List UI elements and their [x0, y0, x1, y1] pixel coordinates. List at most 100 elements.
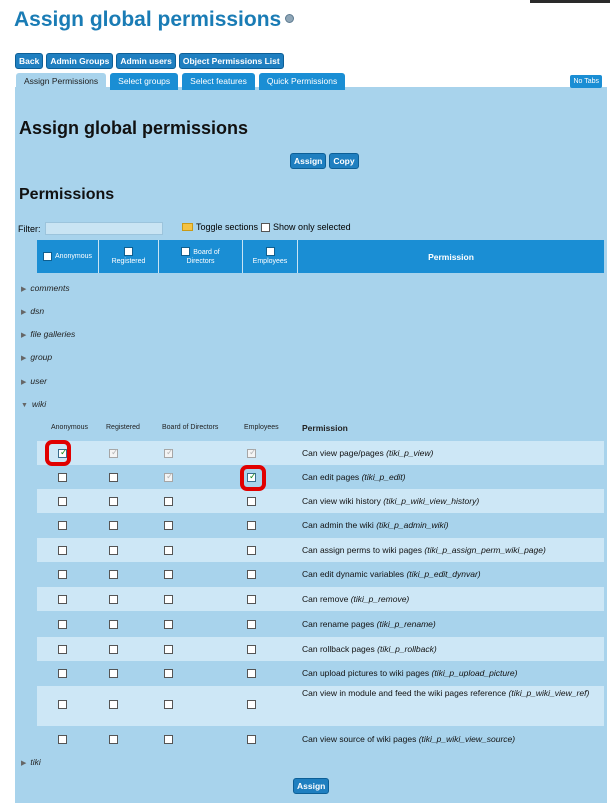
toggle-sections-link[interactable]: Toggle sections — [196, 222, 258, 232]
bottom-assign-button[interactable]: Assign — [293, 778, 330, 794]
header-employees-checkbox[interactable] — [265, 247, 275, 256]
section-heading: Assign global permissions — [19, 118, 249, 138]
tab-assign-permissions[interactable]: Assign Permissions — [16, 73, 107, 90]
permission-checkbox[interactable] — [58, 521, 67, 530]
permission-checkbox[interactable] — [164, 471, 174, 482]
header-employees-label: Employees — [252, 258, 288, 265]
permission-checkbox[interactable] — [247, 546, 256, 555]
admin-users-button[interactable]: Admin users — [116, 53, 176, 69]
permission-label-text: Can view page/pages — [302, 448, 384, 458]
section-tiki[interactable]: ▶ tiki — [21, 757, 41, 767]
permission-checkbox[interactable] — [164, 735, 173, 744]
header-registered-checkbox[interactable] — [124, 247, 133, 256]
permission-checkbox[interactable] — [164, 447, 174, 458]
permission-code: (tiki_p_wiki_view_history) — [383, 496, 480, 506]
permission-checkbox[interactable] — [58, 735, 67, 744]
permission-checkbox[interactable] — [109, 700, 118, 709]
no-tabs-button[interactable]: No Tabs — [570, 75, 602, 88]
section-group[interactable]: ▶ group — [21, 352, 52, 362]
object-permissions-button[interactable]: Object Permissions List — [178, 53, 284, 69]
permission-checkbox[interactable] — [109, 595, 118, 604]
permission-label: Can admin the wiki (tiki_p_admin_wiki) — [302, 520, 448, 531]
header-employees: Employees — [243, 240, 298, 273]
permission-checkbox[interactable] — [247, 700, 256, 709]
permissions-table-header: Anonymous Registered Board of Directors … — [37, 240, 604, 273]
permission-checkbox[interactable] — [109, 735, 118, 744]
permission-code: (tiki_p_wiki_view_source) — [418, 734, 516, 744]
permission-checkbox[interactable] — [247, 497, 256, 506]
section-wiki[interactable]: ▼ wiki — [21, 399, 46, 409]
permission-checkbox[interactable] — [109, 620, 118, 629]
permission-checkbox[interactable] — [109, 447, 119, 458]
permission-checkbox[interactable] — [58, 700, 67, 709]
permission-checkbox[interactable] — [58, 497, 67, 506]
permission-checkbox[interactable] — [247, 595, 256, 604]
permission-checkbox[interactable] — [109, 521, 118, 530]
header-board-checkbox[interactable] — [181, 247, 191, 256]
header-board: Board of Directors — [159, 240, 243, 273]
section-user[interactable]: ▶ user — [21, 376, 47, 386]
header-anonymous-checkbox[interactable] — [43, 251, 53, 261]
section-file-galleries[interactable]: ▶ file galleries — [21, 329, 75, 339]
permission-checkbox[interactable] — [58, 669, 67, 678]
permission-label-text: Can view wiki history — [302, 496, 381, 506]
permission-checkbox[interactable] — [109, 570, 118, 579]
permission-checkbox[interactable] — [164, 645, 173, 654]
tab-quick-permissions[interactable]: Quick Permissions — [258, 73, 346, 90]
permission-checkbox[interactable] — [109, 473, 118, 482]
permission-checkbox[interactable] — [109, 669, 118, 678]
permission-checkbox[interactable] — [247, 447, 257, 458]
permission-code: (tiki_p_edit_dynvar) — [406, 569, 481, 579]
tab-select-features[interactable]: Select features — [182, 73, 255, 90]
permission-checkbox[interactable] — [247, 570, 256, 579]
permission-checkbox[interactable] — [109, 546, 118, 555]
permission-checkbox[interactable] — [164, 620, 173, 629]
highlight-anonymous-view — [45, 440, 71, 466]
section-dsn[interactable]: ▶ dsn — [21, 306, 44, 316]
permission-checkbox[interactable] — [247, 645, 256, 654]
admin-groups-button[interactable]: Admin Groups — [46, 53, 114, 69]
table-row: Can rename pages (tiki_p_rename) — [37, 612, 604, 636]
permission-label-text: Can upload pictures to wiki pages — [302, 668, 430, 678]
header-anonymous-label: Anonymous — [55, 253, 92, 260]
permission-checkbox[interactable] — [58, 570, 67, 579]
permission-checkbox[interactable] — [164, 700, 173, 709]
folder-icon[interactable] — [182, 223, 193, 231]
copy-button[interactable]: Copy — [329, 153, 359, 169]
action-buttons: Assign Copy — [290, 153, 359, 169]
permission-checkbox[interactable] — [58, 620, 67, 629]
back-button[interactable]: Back — [15, 53, 44, 69]
wiki-col-employees: Employees — [244, 424, 279, 431]
permission-checkbox[interactable] — [164, 497, 173, 506]
tab-select-groups[interactable]: Select groups — [110, 73, 179, 90]
filter-input[interactable] — [45, 222, 163, 235]
permission-checkbox[interactable] — [164, 521, 173, 530]
permission-checkbox[interactable] — [58, 473, 67, 482]
permission-checkbox[interactable] — [109, 645, 118, 654]
header-board-top: Board of — [181, 247, 220, 257]
permission-label-text: Can admin the wiki — [302, 520, 374, 530]
permission-checkbox[interactable] — [164, 595, 173, 604]
show-only-selected-checkbox[interactable] — [261, 222, 271, 232]
table-row: Can edit pages (tiki_p_edit) — [37, 465, 604, 489]
permission-checkbox[interactable] — [164, 669, 173, 678]
permission-code: (tiki_p_rollback) — [377, 644, 437, 654]
permission-checkbox[interactable] — [109, 497, 118, 506]
permission-code: (tiki_p_wiki_view_ref) — [508, 688, 590, 698]
section-tiki-label: tiki — [30, 757, 41, 767]
permission-checkbox[interactable] — [164, 570, 173, 579]
permission-checkbox[interactable] — [58, 595, 67, 604]
permission-checkbox[interactable] — [58, 645, 67, 654]
permission-checkbox[interactable] — [164, 546, 173, 555]
permission-label-text: Can view in module and feed the wiki pag… — [302, 688, 507, 698]
permission-checkbox[interactable] — [247, 735, 256, 744]
table-row: Can view wiki history (tiki_p_wiki_view_… — [37, 489, 604, 513]
permission-checkbox[interactable] — [247, 521, 256, 530]
help-icon[interactable] — [285, 13, 295, 23]
permission-checkbox[interactable] — [247, 669, 256, 678]
section-comments[interactable]: ▶ comments — [21, 283, 70, 293]
permission-checkbox[interactable] — [58, 546, 67, 555]
assign-button[interactable]: Assign — [290, 153, 327, 169]
wiki-col-registered: Registered — [106, 424, 140, 431]
permission-checkbox[interactable] — [247, 620, 256, 629]
